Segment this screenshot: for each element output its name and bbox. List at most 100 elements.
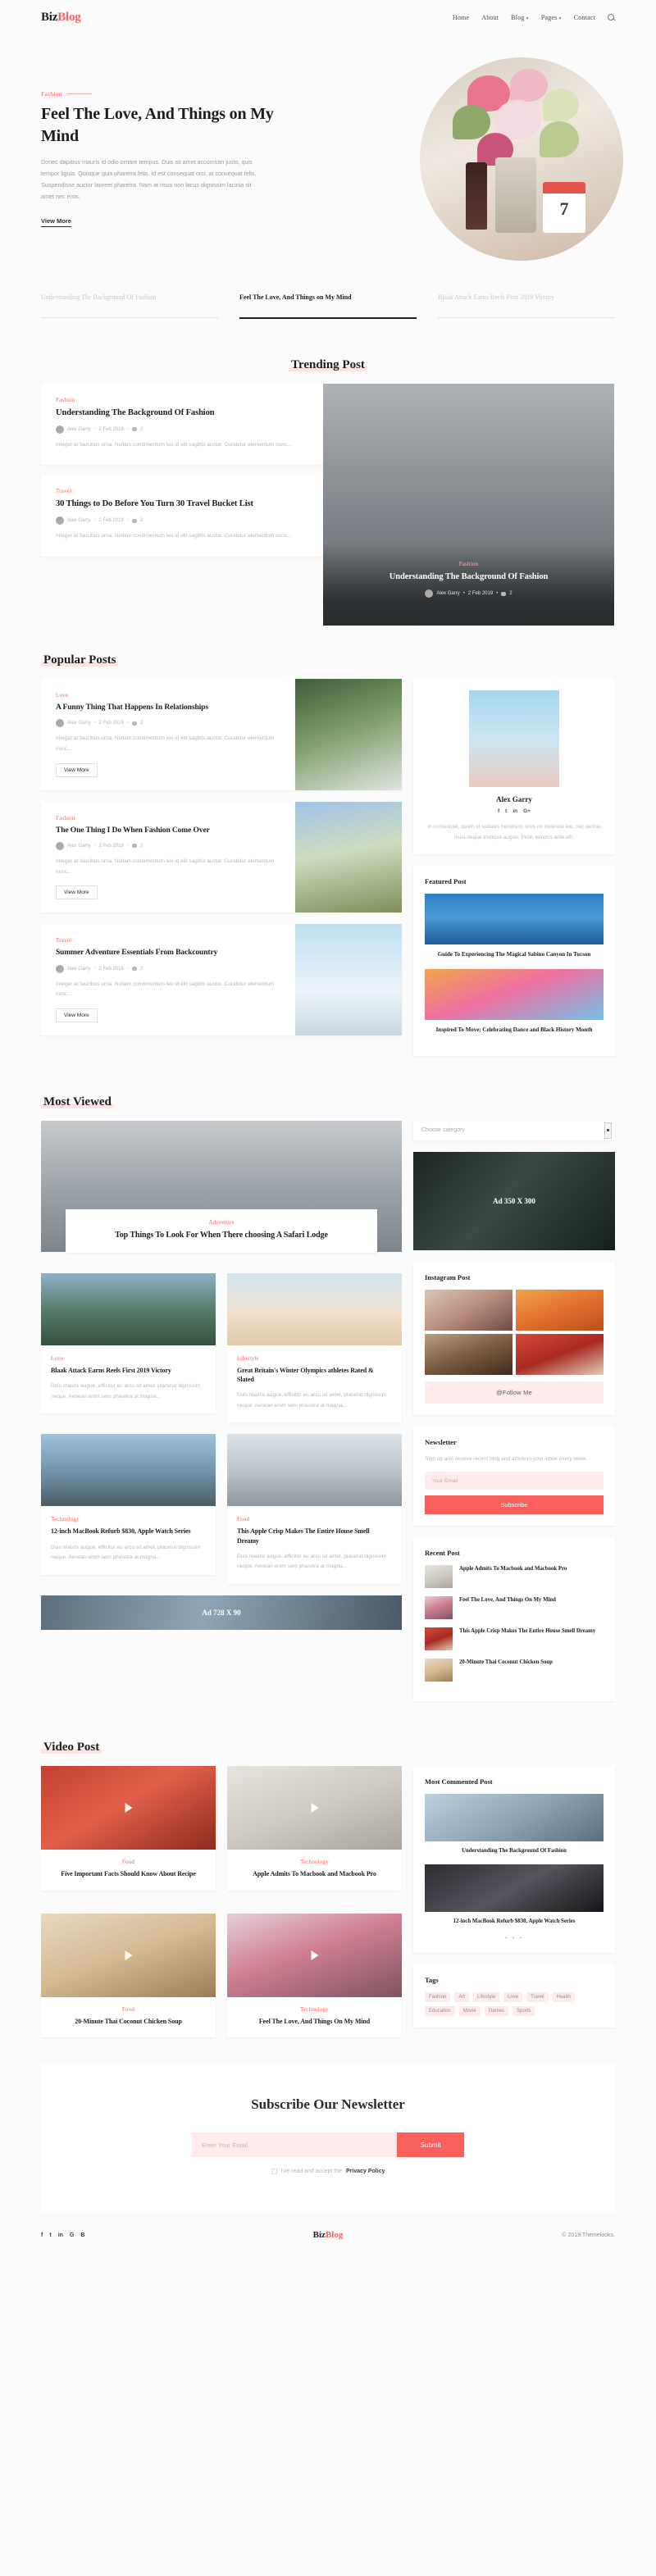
instagram-photo[interactable] [425,1289,512,1331]
video-post-cell[interactable]: Food 20-Minute Thai Coconut Chicken Soup [41,1913,216,2037]
post-category[interactable]: Food [51,1859,206,1865]
carousel-dots[interactable]: • • • [425,1934,604,1941]
ad-banner-350x300[interactable]: Ad 350 X 300 [413,1151,615,1250]
hero-view-more-link[interactable]: View More [41,217,71,228]
post-title[interactable]: Blaak Attack Earns Reels First 2019 Vict… [51,1366,206,1375]
post-title[interactable]: This Apple Crisp Makes The Entire House … [237,1527,392,1545]
play-icon[interactable] [311,1803,318,1814]
recent-post-item[interactable]: Apple Admits To Macbook and Macbook Pro [425,1565,604,1589]
play-icon[interactable] [125,1950,132,1960]
post-category[interactable]: Technology [237,1859,392,1865]
category-select[interactable]: Choose category [413,1120,615,1140]
popular-post-card[interactable]: Travel Summer Adventure Essentials From … [41,924,402,1035]
post-title[interactable]: A Funny Thing That Happens In Relationsh… [56,703,282,713]
tag-item[interactable]: Games [484,2006,509,2017]
video-post-cell[interactable]: Food Five Important Facts Should Know Ab… [41,1766,216,1891]
post-thumbnail[interactable] [295,679,402,790]
tag-item[interactable]: Travel [526,1992,549,2003]
post-title[interactable]: Summer Adventure Essentials From Backcou… [56,948,282,958]
slider-tab-1[interactable]: Understanding The Background Of Fashion [41,292,218,319]
search-icon[interactable] [608,13,615,21]
view-more-button[interactable]: View More [56,1008,98,1022]
most-viewed-cell[interactable]: Love Blaak Attack Earns Reels First 2019… [41,1272,216,1423]
play-icon[interactable] [125,1803,132,1814]
post-category[interactable]: Love [51,1355,206,1362]
tag-item[interactable]: Movie [458,2006,481,2017]
post-title[interactable]: Understanding The Background Of Fashion [348,571,590,584]
most-commented-item[interactable]: 12-inch MacBook Refurb $830, Apple Watch… [425,1864,604,1927]
post-title[interactable]: Five Important Facts Should Know About R… [51,1869,206,1878]
tag-item[interactable]: Art [454,1992,470,2003]
view-more-button[interactable]: View More [56,762,98,777]
google-plus-icon[interactable]: G [70,2232,74,2238]
video-post-cell[interactable]: Technology Feel The Love, And Things On … [227,1913,402,2037]
nav-item-contact[interactable]: Contact [574,14,595,21]
hero-category[interactable]: Fashion [41,90,279,98]
post-title[interactable]: The One Thing I Do When Fashion Come Ove… [56,826,282,836]
post-title[interactable]: 30 Things to Do Before You Turn 30 Trave… [56,498,309,511]
behance-icon[interactable]: B [80,2232,84,2238]
recent-post-item[interactable]: Feel The Love, And Things On My Mind [425,1596,604,1620]
post-category[interactable]: Technology [51,1516,206,1522]
post-title[interactable]: Apple Admits To Macbook and Macbook Pro [237,1869,392,1878]
consent-checkbox[interactable] [271,2169,277,2175]
post-category[interactable]: Technology [237,2006,392,2013]
recent-post-item[interactable]: This Apple Crisp Makes The Entire House … [425,1627,604,1651]
play-icon[interactable] [311,1950,318,1960]
most-commented-item[interactable]: Understanding The Background Of Fashion [425,1794,604,1856]
linkedin-icon[interactable]: in [58,2232,63,2238]
video-post-cell[interactable]: Technology Apple Admits To Macbook and M… [227,1766,402,1891]
post-category[interactable]: Fashion [56,397,309,403]
most-viewed-cell[interactable]: Food This Apple Crisp Makes The Entire H… [227,1434,402,1585]
footer-logo[interactable]: BizBlog [205,2230,451,2240]
post-title[interactable]: Feel The Love, And Things On My Mind [237,2017,392,2026]
post-category[interactable]: Travel [56,488,309,494]
nav-item-blog[interactable]: Blog ▾ [511,14,529,21]
trending-card[interactable]: Travel 30 Things to Do Before You Turn 3… [41,475,324,557]
instagram-follow-button[interactable]: @Follow Me [425,1381,604,1404]
featured-item[interactable]: Guide To Experiencing The Magical Sabino… [425,894,604,961]
most-viewed-hero[interactable]: Adventure Top Things To Look For When Th… [41,1120,402,1253]
video-thumbnail[interactable] [227,1766,402,1850]
ad-banner-728x90[interactable]: Ad 728 X 90 [41,1595,402,1631]
post-thumbnail[interactable] [295,924,402,1035]
video-thumbnail[interactable] [41,1913,216,1997]
slider-tab-2[interactable]: Feel The Love, And Things on My Mind [239,292,417,319]
most-viewed-cell[interactable]: Technology 12-inch MacBook Refurb $830, … [41,1434,216,1584]
site-logo[interactable]: BizBlog [41,11,81,25]
post-category[interactable]: Love [56,692,282,699]
video-thumbnail[interactable] [41,1766,216,1850]
tag-item[interactable]: Health [552,1992,575,2003]
featured-item[interactable]: Inspired To Move: Celebrating Dance and … [425,968,604,1036]
chevron-down-icon[interactable] [604,1122,612,1139]
trending-feature-image[interactable]: Fashion Understanding The Background Of … [323,384,614,626]
slider-tab-3[interactable]: Blaak Attack Earns Reels First 2019 Vict… [438,292,615,319]
facebook-icon[interactable]: f [41,2232,43,2238]
post-title[interactable]: 20-Minute Thai Coconut Chicken Soup [51,2017,206,2026]
newsletter-subscribe-button[interactable]: Subscribe [425,1495,604,1515]
post-title[interactable]: Great Britain's Winter Olympics athletes… [237,1366,392,1384]
tag-item[interactable]: Lifestyle [473,1992,500,2003]
privacy-policy-link[interactable]: Privacy Policy [346,2169,385,2174]
nav-item-pages[interactable]: Pages ▾ [541,14,562,21]
video-thumbnail[interactable] [227,1913,402,1997]
post-category[interactable]: Lifestyle [237,1355,392,1362]
tag-item[interactable]: Sports [512,2006,535,2017]
instagram-photo[interactable] [516,1333,604,1375]
recent-post-item[interactable]: 20-Minute Thai Coconut Chicken Soup [425,1659,604,1682]
linkedin-icon[interactable]: in [512,808,517,814]
popular-post-card[interactable]: Love A Funny Thing That Happens In Relat… [41,679,402,790]
tag-item[interactable]: Love [503,1992,523,2003]
newsletter-email-input[interactable]: Your Email [425,1472,604,1491]
post-title[interactable]: Understanding The Background Of Fashion [56,407,309,420]
post-category[interactable]: Food [237,1516,392,1522]
post-category[interactable]: Food [51,2006,206,2013]
most-viewed-cell[interactable]: Lifestyle Great Britain's Winter Olympic… [227,1272,402,1423]
facebook-icon[interactable]: f [498,808,499,814]
twitter-icon[interactable]: t [505,808,507,814]
tag-item[interactable]: Education [425,2006,455,2017]
subscribe-email-input[interactable]: Enter Your Email [192,2132,397,2158]
subscribe-submit-button[interactable]: Submit [397,2132,464,2158]
twitter-icon[interactable]: t [49,2232,51,2238]
post-title[interactable]: 12-inch MacBook Refurb $830, Apple Watch… [51,1527,206,1536]
